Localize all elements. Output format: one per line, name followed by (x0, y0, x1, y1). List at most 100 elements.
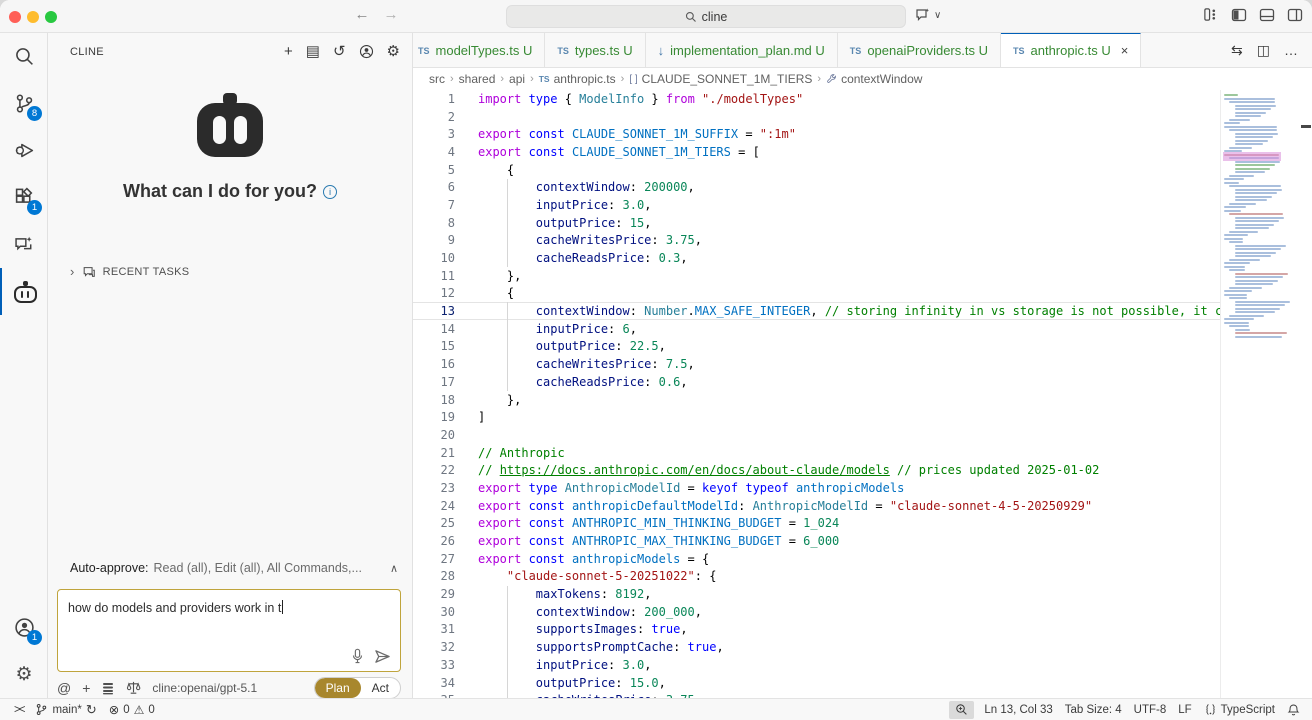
tab-modelTypes.ts[interactable]: TSmodelTypes.ts U (413, 33, 545, 68)
tab-types.ts[interactable]: TStypes.ts U (545, 33, 645, 68)
code-line-28[interactable]: 28 "claude-sonnet-5-20251022": { (413, 568, 1220, 586)
send-icon[interactable] (374, 649, 391, 664)
forward-icon[interactable]: → (381, 6, 401, 23)
problems-status[interactable]: ⊗ 0 ⚠ 0 (103, 699, 161, 720)
code-line-24[interactable]: 24export const anthropicDefaultModelId: … (413, 497, 1220, 515)
minimap[interactable] (1220, 90, 1300, 698)
sidebar-item-chat[interactable] (0, 221, 48, 268)
code-line-17[interactable]: 17 cacheReadsPrice: 0.6, (413, 373, 1220, 391)
code-line-13[interactable]: 13 contextWindow: Number.MAX_SAFE_INTEGE… (413, 302, 1220, 320)
code-line-32[interactable]: 32 supportsPromptCache: true, (413, 638, 1220, 656)
code-line-5[interactable]: 5 { (413, 161, 1220, 179)
code-line-26[interactable]: 26export const ANTHROPIC_MAX_THINKING_BU… (413, 532, 1220, 550)
code-line-12[interactable]: 12 { (413, 285, 1220, 303)
code-line-18[interactable]: 18 }, (413, 391, 1220, 409)
minimize-window-button[interactable] (27, 11, 39, 23)
code-line-21[interactable]: 21// Anthropic (413, 444, 1220, 462)
settings-icon[interactable]: ⚙ (387, 44, 400, 59)
code-line-10[interactable]: 10 cacheReadsPrice: 0.3, (413, 249, 1220, 267)
copilot-chat-button[interactable]: ∨ (915, 7, 941, 23)
scrollbar[interactable] (1300, 90, 1312, 698)
maximize-window-button[interactable] (45, 11, 57, 23)
code-line-9[interactable]: 9 cacheWritesPrice: 3.75, (413, 232, 1220, 250)
tab-implementation_plan.md[interactable]: ↓implementation_plan.md U (646, 33, 838, 68)
code-line-1[interactable]: 1import type { ModelInfo } from "./model… (413, 90, 1220, 108)
toggle-secondary-sidebar-icon[interactable] (1287, 7, 1303, 23)
code-line-35[interactable]: 35 cacheWritesPrice: 3.75, (413, 691, 1220, 698)
code-line-31[interactable]: 31 supportsImages: true, (413, 621, 1220, 639)
code-line-33[interactable]: 33 inputPrice: 3.0, (413, 656, 1220, 674)
encoding-status[interactable]: UTF-8 (1128, 699, 1173, 720)
tab-openaiProviders.ts[interactable]: TSopenaiProviders.ts U (838, 33, 1001, 68)
chat-input-box[interactable]: how do models and providers work in t (57, 589, 401, 672)
code-line-27[interactable]: 27export const anthropicModels = { (413, 550, 1220, 568)
sidebar-item-cline[interactable] (0, 268, 48, 315)
code-line-19[interactable]: 19] (413, 408, 1220, 426)
code-line-29[interactable]: 29 maxTokens: 8192, (413, 585, 1220, 603)
code-line-30[interactable]: 30 contextWindow: 200_000, (413, 603, 1220, 621)
accounts-button[interactable]: 1 (0, 604, 48, 651)
notifications-button[interactable] (1281, 699, 1312, 720)
info-icon[interactable]: i (323, 185, 337, 199)
model-selector[interactable]: cline:openai/gpt-5.1 (152, 681, 257, 695)
history-icon[interactable]: ↺ (333, 44, 346, 59)
remote-indicator[interactable]: >< (0, 699, 29, 720)
auto-approve-bar[interactable]: Auto-approve: Read (all), Edit (all), Al… (70, 561, 398, 575)
code-line-2[interactable]: 2 (413, 108, 1220, 126)
branch-status[interactable]: main* ↻ (29, 699, 102, 720)
back-icon[interactable]: ← (352, 6, 372, 23)
code-line-23[interactable]: 23export type AnthropicModelId = keyof t… (413, 479, 1220, 497)
scale-icon[interactable] (126, 681, 141, 695)
breadcrumb-item-src[interactable]: src (429, 72, 445, 86)
more-actions-icon[interactable]: … (1284, 42, 1298, 58)
new-task-icon[interactable]: + (284, 44, 293, 59)
zoom-status-item[interactable] (949, 701, 974, 719)
split-editor-icon[interactable]: ◫ (1257, 42, 1270, 59)
sidebar-item-extensions[interactable]: 1 (0, 174, 48, 221)
command-center-search[interactable]: cline (506, 5, 906, 28)
close-icon[interactable]: × (1121, 43, 1129, 58)
breadcrumb-item-api[interactable]: api (509, 72, 525, 86)
microphone-icon[interactable] (351, 648, 364, 664)
breadcrumb-item-contextWindow[interactable]: contextWindow (826, 72, 922, 86)
mention-icon[interactable]: @ (57, 681, 71, 695)
cursor-position[interactable]: Ln 13, Col 33 (978, 699, 1058, 720)
sidebar-item-source-control[interactable]: 8 (0, 80, 48, 127)
breadcrumb-item-shared[interactable]: shared (459, 72, 496, 86)
code-area[interactable]: 1import type { ModelInfo } from "./model… (413, 90, 1312, 698)
code-line-25[interactable]: 25export const ANTHROPIC_MIN_THINKING_BU… (413, 515, 1220, 533)
mcp-servers-icon[interactable]: ▤ (306, 44, 320, 59)
language-status[interactable]: TypeScript (1198, 699, 1281, 720)
close-window-button[interactable] (9, 11, 21, 23)
eol-status[interactable]: LF (1172, 699, 1197, 720)
act-mode-button[interactable]: Act (361, 678, 400, 698)
manage-settings-button[interactable]: ⚙ (0, 651, 48, 698)
breadcrumb-item-CLAUDE_SONNET_1M_TIERS[interactable]: [ ]CLAUDE_SONNET_1M_TIERS (629, 72, 812, 86)
breadcrumb-item-anthropic.ts[interactable]: TSanthropic.ts (539, 72, 616, 86)
toggle-sidebar-icon[interactable] (1231, 7, 1247, 23)
add-context-icon[interactable]: + (82, 681, 90, 695)
code-line-7[interactable]: 7 inputPrice: 3.0, (413, 196, 1220, 214)
recent-tasks-header[interactable]: › RECENT TASKS (70, 264, 189, 279)
open-changes-icon[interactable]: ⇆ (1231, 42, 1243, 59)
sidebar-item-search[interactable] (0, 33, 48, 80)
account-icon[interactable] (359, 44, 374, 59)
code-line-22[interactable]: 22// https://docs.anthropic.com/en/docs/… (413, 461, 1220, 479)
code-line-16[interactable]: 16 cacheWritesPrice: 7.5, (413, 355, 1220, 373)
plan-mode-button[interactable]: Plan (315, 678, 361, 698)
code-line-20[interactable]: 20 (413, 426, 1220, 444)
sidebar-item-run-debug[interactable] (0, 127, 48, 174)
code-line-4[interactable]: 4export const CLAUDE_SONNET_1M_TIERS = [ (413, 143, 1220, 161)
customize-layout-icon[interactable] (1203, 7, 1218, 22)
indentation-status[interactable]: Tab Size: 4 (1059, 699, 1128, 720)
code-line-6[interactable]: 6 contextWindow: 200000, (413, 178, 1220, 196)
tab-anthropic.ts[interactable]: TSanthropic.ts U× (1001, 33, 1141, 68)
code-line-34[interactable]: 34 outputPrice: 15.0, (413, 674, 1220, 692)
toggle-panel-icon[interactable] (1259, 7, 1275, 23)
code-line-11[interactable]: 11 }, (413, 267, 1220, 285)
code-line-14[interactable]: 14 inputPrice: 6, (413, 320, 1220, 338)
code-line-15[interactable]: 15 outputPrice: 22.5, (413, 338, 1220, 356)
code-line-3[interactable]: 3export const CLAUDE_SONNET_1M_SUFFIX = … (413, 125, 1220, 143)
code-line-8[interactable]: 8 outputPrice: 15, (413, 214, 1220, 232)
rules-list-icon[interactable] (101, 682, 115, 695)
